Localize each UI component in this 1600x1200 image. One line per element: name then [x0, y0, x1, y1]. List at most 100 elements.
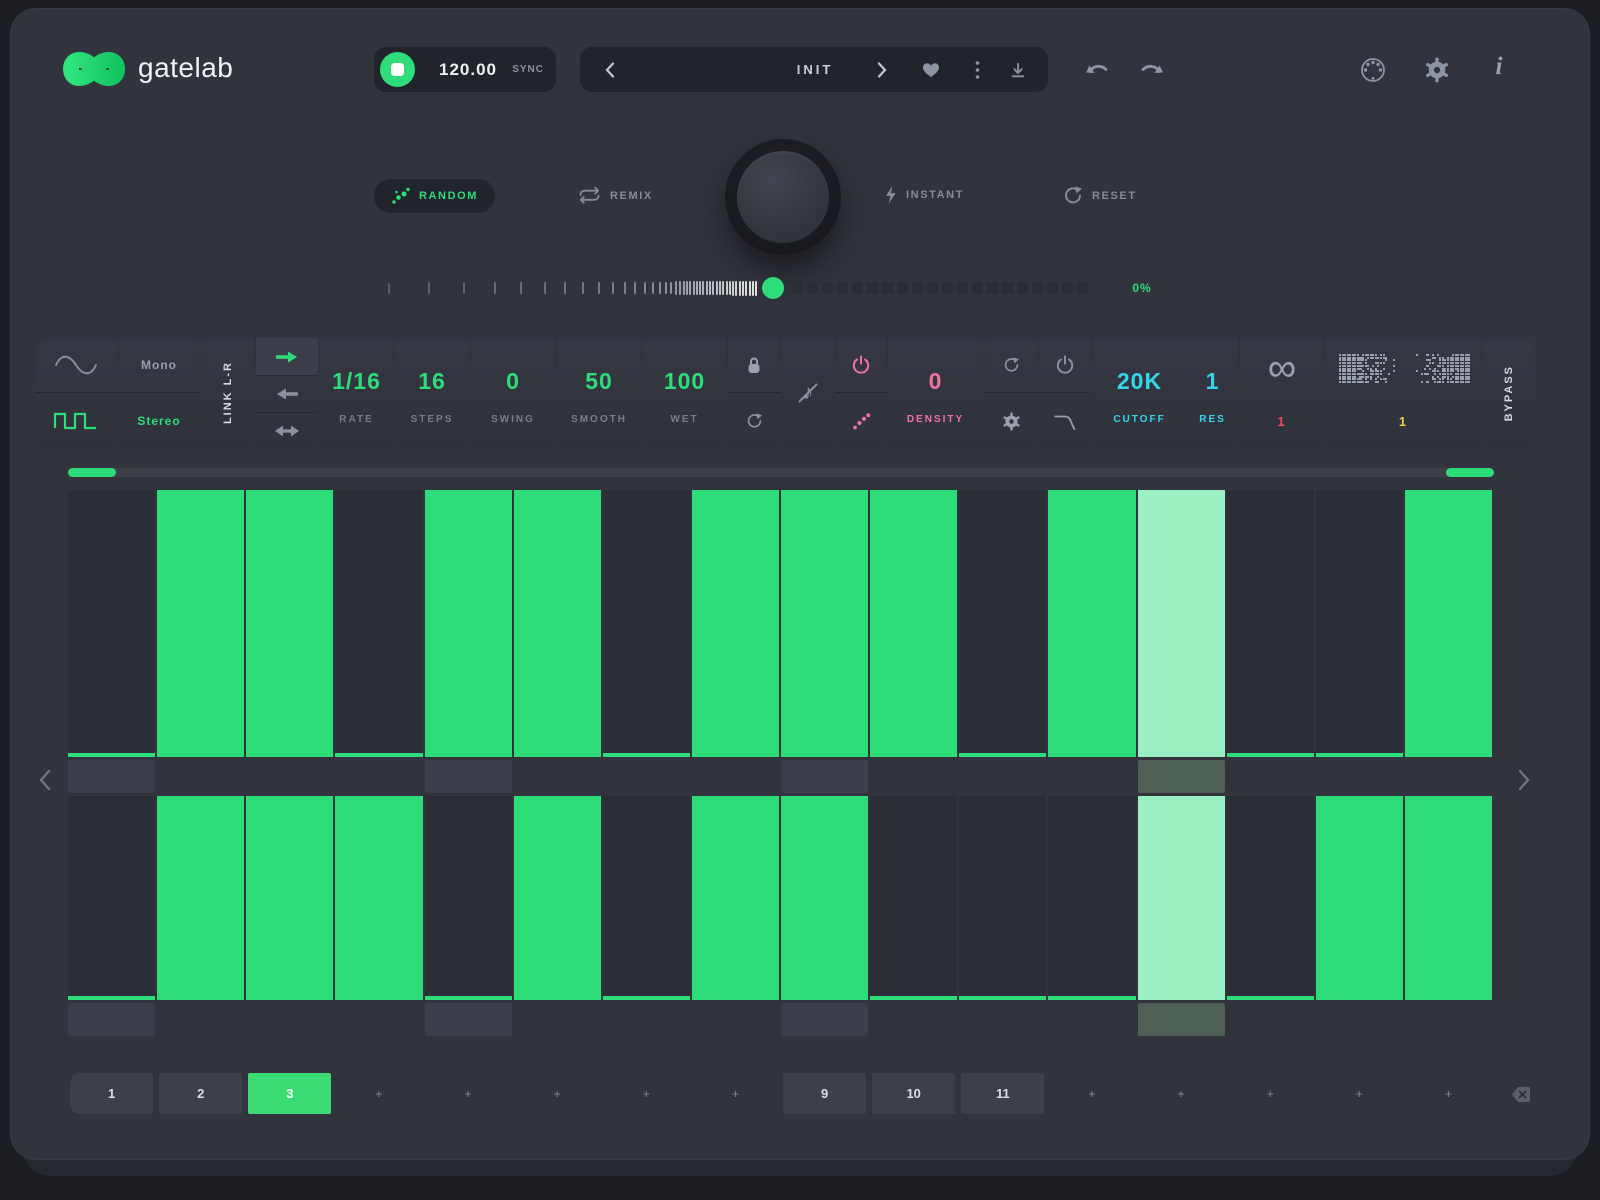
top-row-step-13[interactable]: [1138, 490, 1225, 757]
direction-pingpong-option[interactable]: [256, 412, 318, 448]
beat-marker-15[interactable]: [1316, 1003, 1403, 1036]
bottom-row-step-3[interactable]: [246, 796, 333, 1000]
beat-marker-3[interactable]: [246, 1003, 333, 1036]
pattern-slot-7[interactable]: +: [605, 1073, 688, 1114]
top-row-step-16[interactable]: [1405, 490, 1492, 757]
bottom-row-step-1[interactable]: [68, 796, 155, 1000]
smooth-cell[interactable]: 50 SMOOTH: [557, 338, 641, 448]
bypass-button[interactable]: BYPASS: [1483, 338, 1535, 448]
noise-value[interactable]: 1: [1326, 414, 1481, 429]
bottom-row-step-15[interactable]: [1316, 796, 1403, 1000]
sync-toggle[interactable]: SYNC: [512, 64, 544, 75]
bottom-row-step-9[interactable]: [781, 796, 868, 1000]
amount-slider-handle[interactable]: [762, 277, 784, 299]
pattern-slot-14[interactable]: +: [1229, 1073, 1312, 1114]
instant-button[interactable]: INSTANT: [884, 185, 964, 205]
top-row-step-4[interactable]: [335, 490, 422, 757]
filter-type-button[interactable]: [1039, 394, 1090, 448]
cutoff-value[interactable]: 20K: [1092, 368, 1187, 395]
amount-slider-track[interactable]: [792, 282, 1088, 294]
beat-marker-12[interactable]: [1048, 760, 1135, 793]
filter-power-button[interactable]: [1039, 338, 1090, 393]
beat-marker-5[interactable]: [425, 760, 512, 793]
beat-marker-16[interactable]: [1405, 1003, 1492, 1036]
bottom-row-step-12[interactable]: [1048, 796, 1135, 1000]
bottom-row-step-2[interactable]: [157, 796, 244, 1000]
beat-marker-10[interactable]: [870, 760, 957, 793]
beat-marker-2[interactable]: [157, 760, 244, 793]
bottom-row-step-14[interactable]: [1227, 796, 1314, 1000]
info-button[interactable]: i: [1488, 53, 1510, 83]
beat-marker-6[interactable]: [514, 1003, 601, 1036]
swing-value[interactable]: 0: [471, 368, 555, 395]
smooth-value[interactable]: 50: [557, 368, 641, 395]
sequencer-range-handle-right[interactable]: [1446, 468, 1494, 477]
beat-marker-12[interactable]: [1048, 1003, 1135, 1036]
direction-forward-option[interactable]: [256, 338, 318, 375]
top-row-step-3[interactable]: [246, 490, 333, 757]
top-row-step-11[interactable]: [959, 490, 1046, 757]
pattern-slot-9[interactable]: 9: [783, 1073, 866, 1114]
bottom-row-step-13[interactable]: [1138, 796, 1225, 1000]
top-row-step-8[interactable]: [692, 490, 779, 757]
waveform-sine-option[interactable]: [35, 338, 117, 393]
beat-marker-14[interactable]: [1227, 760, 1314, 793]
scroll-right-button[interactable]: [1512, 766, 1536, 794]
top-row-step-5[interactable]: [425, 490, 512, 757]
preset-name[interactable]: INIT: [690, 62, 940, 77]
waveform-square-option[interactable]: [35, 394, 117, 448]
noise-cell[interactable]: 1: [1326, 338, 1481, 448]
bottom-row-step-11[interactable]: [959, 796, 1046, 1000]
density-value[interactable]: 0: [888, 368, 983, 395]
reroll-button[interactable]: [728, 394, 780, 448]
top-row-step-15[interactable]: [1316, 490, 1403, 757]
density-power-button[interactable]: [836, 338, 886, 393]
bpm-display[interactable]: 120.00: [428, 60, 508, 80]
link-lr-cell[interactable]: LINK L-R: [201, 338, 254, 448]
pattern-slot-6[interactable]: +: [516, 1073, 599, 1114]
pattern-slot-10[interactable]: 10: [872, 1073, 955, 1114]
infinity-cell[interactable]: ∞ 1: [1240, 338, 1324, 448]
undo-button[interactable]: [1084, 57, 1112, 81]
settings-button[interactable]: [1423, 56, 1451, 84]
steps-cell[interactable]: 16 STEPS: [395, 338, 469, 448]
pattern-slot-4[interactable]: +: [337, 1073, 420, 1114]
top-row-step-6[interactable]: [514, 490, 601, 757]
beat-marker-2[interactable]: [157, 1003, 244, 1036]
pattern-slot-2[interactable]: 2: [159, 1073, 242, 1114]
clear-pattern-button[interactable]: [1500, 1082, 1534, 1106]
wet-cell[interactable]: 100 WET: [643, 338, 726, 448]
pattern-slot-8[interactable]: +: [694, 1073, 777, 1114]
infinity-value[interactable]: 1: [1240, 414, 1324, 429]
beat-marker-6[interactable]: [514, 760, 601, 793]
beat-marker-1[interactable]: [68, 1003, 155, 1036]
beat-marker-7[interactable]: [603, 760, 690, 793]
top-row-step-1[interactable]: [68, 490, 155, 757]
beat-marker-4[interactable]: [335, 760, 422, 793]
beat-marker-9[interactable]: [781, 1003, 868, 1036]
beat-marker-1[interactable]: [68, 760, 155, 793]
res-value[interactable]: 1: [1187, 368, 1238, 395]
swing-cell[interactable]: 0 SWING: [471, 338, 555, 448]
midi-settings-button[interactable]: [1358, 55, 1388, 85]
preset-menu-button[interactable]: [966, 47, 988, 92]
stereo-option[interactable]: Stereo: [119, 394, 199, 448]
beat-marker-10[interactable]: [870, 1003, 957, 1036]
beat-marker-3[interactable]: [246, 760, 333, 793]
beat-marker-15[interactable]: [1316, 760, 1403, 793]
pattern-slot-5[interactable]: +: [427, 1073, 510, 1114]
bottom-row-step-7[interactable]: [603, 796, 690, 1000]
preset-prev-button[interactable]: [598, 47, 622, 92]
beat-marker-16[interactable]: [1405, 760, 1492, 793]
beat-marker-13[interactable]: [1138, 1003, 1225, 1036]
density-random-button[interactable]: [836, 394, 886, 448]
save-preset-button[interactable]: [1004, 47, 1032, 92]
beat-marker-11[interactable]: [959, 760, 1046, 793]
bottom-row-step-5[interactable]: [425, 796, 512, 1000]
filter-random-button[interactable]: [985, 338, 1037, 393]
remix-button[interactable]: REMIX: [578, 186, 653, 205]
preset-next-button[interactable]: [870, 47, 894, 92]
scroll-left-button[interactable]: [32, 766, 56, 794]
top-row-step-10[interactable]: [870, 490, 957, 757]
top-row-step-7[interactable]: [603, 490, 690, 757]
